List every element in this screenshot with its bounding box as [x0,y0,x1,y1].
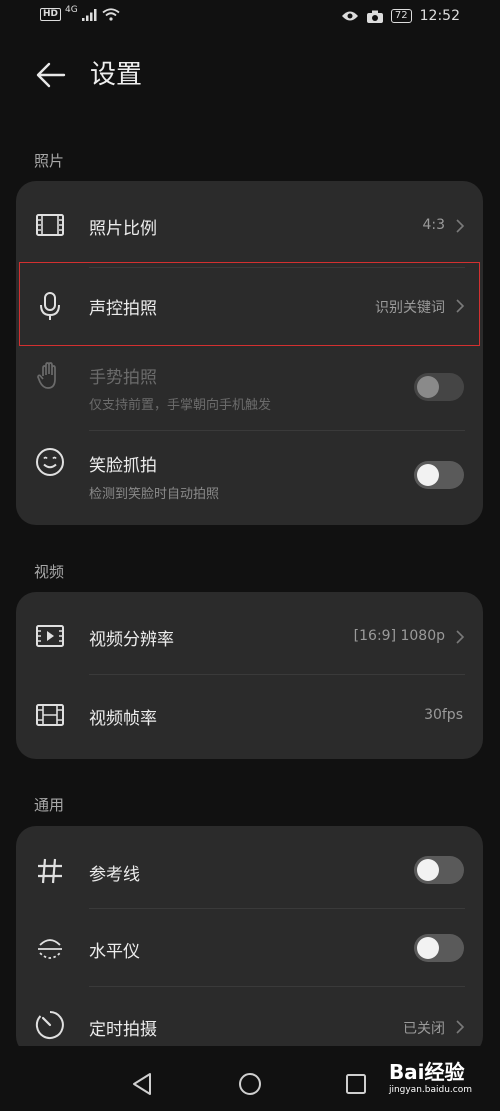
nav-recents-icon[interactable] [345,1073,367,1095]
hand-gesture-icon [37,362,56,389]
gesture-capture-toggle [414,373,464,401]
back-arrow-icon[interactable] [34,58,68,92]
chevron-right-icon [456,1020,465,1034]
video-resolution-value: [16:9] 1080p [353,628,445,644]
smile-face-icon [36,448,64,476]
aspect-ratio-title: 照片比例 [89,219,157,239]
timer-title: 定时拍摄 [89,1020,157,1040]
status-right: 72 12:52 [341,8,460,24]
level-title: 水平仪 [89,942,140,962]
status-left: HD 4G [40,4,120,21]
film-frame-icon [36,704,64,726]
nav-home-icon[interactable] [238,1072,262,1096]
level-toggle[interactable] [414,934,464,962]
aspect-ratio-icon [36,214,64,236]
video-frame-rate-title: 视频帧率 [89,709,157,729]
aspect-ratio-value: 4:3 [422,217,445,233]
video-resolution-title: 视频分辨率 [89,630,174,650]
row-level[interactable]: 水平仪 [16,909,483,987]
level-icon [38,939,62,959]
battery-indicator: 72 [390,9,412,23]
chevron-right-icon [456,630,465,644]
gesture-capture-title: 手势拍照 [89,368,157,388]
wifi-icon [102,8,120,21]
clock: 12:52 [419,8,460,24]
video-frame-rate-value: 30fps [424,707,463,723]
smile-capture-title: 笑脸抓拍 [89,456,157,476]
video-resolution-icon [36,625,64,647]
row-smile-capture[interactable]: 笑脸抓拍 检测到笑脸时自动拍照 [16,431,483,525]
highlight-box [19,262,480,346]
signal-icon [81,8,97,21]
section-label-video: 视频 [34,563,65,581]
photo-card: 照片比例 4:3 声控拍照 识别关键词 手势拍照 仅支持前置，手掌朝向手机触发 [16,181,483,525]
general-card: 参考线 水平仪 定时拍摄 已关闭 [16,826,483,1056]
section-label-photo: 照片 [34,152,65,170]
smile-capture-subtitle: 检测到笑脸时自动拍照 [89,487,220,502]
status-bar: HD 4G 72 12:52 [0,0,500,36]
row-aspect-ratio[interactable]: 照片比例 4:3 [16,181,483,268]
row-video-frame-rate[interactable]: 视频帧率 30fps [16,675,483,759]
page-title: 设置 [90,60,143,90]
video-card: 视频分辨率 [16:9] 1080p 视频帧率 30fps [16,592,483,759]
hd-badge: HD [40,8,62,21]
eye-icon [341,11,358,21]
timer-value: 已关闭 [403,1021,445,1037]
baidu-watermark: Bai经验 jingyan.baidu.com [389,1056,472,1095]
row-video-resolution[interactable]: 视频分辨率 [16:9] 1080p [16,592,483,675]
gesture-capture-subtitle: 仅支持前置，手掌朝向手机触发 [89,398,272,413]
grid-hash-icon [38,858,62,884]
camera-status-icon [366,10,383,23]
watermark-brand: Bai经验 [388,1060,465,1084]
chevron-right-icon [456,219,465,233]
watermark-url: jingyan.baidu.com [388,1085,472,1095]
nav-back-icon[interactable] [131,1072,153,1096]
row-grid-lines[interactable]: 参考线 [16,826,483,909]
network-type: 4G [65,4,78,15]
smile-capture-toggle[interactable] [414,461,464,489]
row-gesture-capture: 手势拍照 仅支持前置，手掌朝向手机触发 [16,346,483,431]
timer-icon [35,1011,64,1039]
grid-lines-title: 参考线 [89,865,140,885]
grid-lines-toggle[interactable] [414,856,464,884]
section-label-general: 通用 [34,796,65,814]
